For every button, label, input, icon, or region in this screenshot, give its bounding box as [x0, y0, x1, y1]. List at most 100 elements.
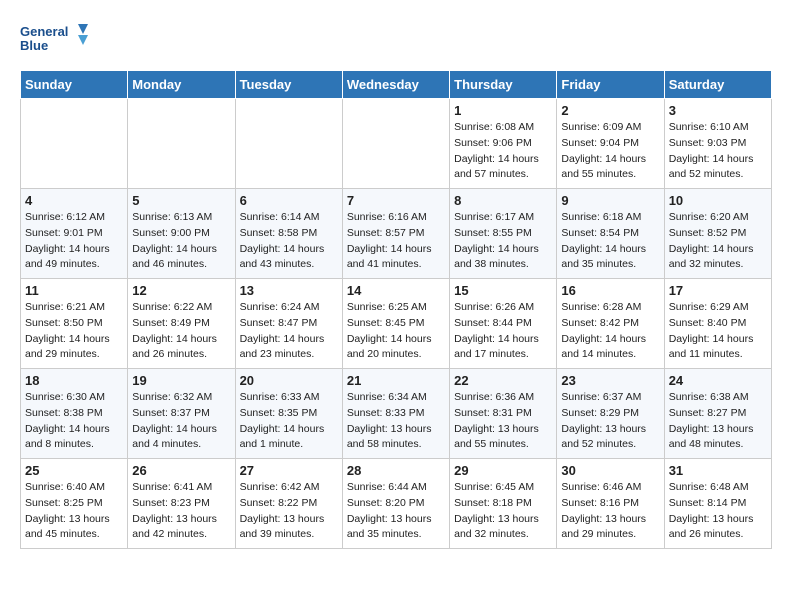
- day-info: Sunrise: 6:34 AM Sunset: 8:33 PM Dayligh…: [347, 390, 445, 453]
- calendar-cell: 14Sunrise: 6:25 AM Sunset: 8:45 PM Dayli…: [342, 279, 449, 369]
- calendar-cell: 8 Sunrise: 6:17 AM Sunset: 8:55 PM Daylig…: [450, 189, 557, 279]
- calendar-cell: [21, 99, 128, 189]
- day-info: Sunrise: 6:44 AM Sunset: 8:20 PM Dayligh…: [347, 480, 445, 543]
- svg-text:Blue: Blue: [20, 38, 48, 53]
- day-info: Sunrise: 6:17 AM Sunset: 8:55 PM Dayligh…: [454, 210, 552, 273]
- calendar-cell: 15Sunrise: 6:26 AM Sunset: 8:44 PM Dayli…: [450, 279, 557, 369]
- day-number: 17: [669, 283, 767, 298]
- day-info: Sunrise: 6:37 AM Sunset: 8:29 PM Dayligh…: [561, 390, 659, 453]
- day-info: Sunrise: 6:46 AM Sunset: 8:16 PM Dayligh…: [561, 480, 659, 543]
- week-row-3: 11 Sunrise: 6:21 AM Sunset: 8:50 PM Dayli…: [21, 279, 772, 369]
- calendar-cell: 9 Sunrise: 6:18 AM Sunset: 8:54 PM Daylig…: [557, 189, 664, 279]
- calendar-cell: [342, 99, 449, 189]
- calendar-header: SundayMondayTuesdayWednesdayThursdayFrid…: [21, 71, 772, 99]
- day-info: Sunrise: 6:20 AM Sunset: 8:52 PM Dayligh…: [669, 210, 767, 273]
- day-number: 8: [454, 193, 552, 208]
- calendar-cell: 18 Sunrise: 6:30 AM Sunset: 8:38 PM Dayli…: [21, 369, 128, 459]
- day-info: Sunrise: 6:18 AM Sunset: 8:54 PM Dayligh…: [561, 210, 659, 273]
- calendar-cell: [235, 99, 342, 189]
- day-number: 13: [240, 283, 338, 298]
- calendar-cell: 2 Sunrise: 6:09 AM Sunset: 9:04 PM Daylig…: [557, 99, 664, 189]
- day-info: Sunrise: 6:25 AM Sunset: 8:45 PM Dayligh…: [347, 300, 445, 363]
- day-number: 20: [240, 373, 338, 388]
- day-info: Sunrise: 6:32 AM Sunset: 8:37 PM Dayligh…: [132, 390, 230, 453]
- calendar-cell: 11 Sunrise: 6:21 AM Sunset: 8:50 PM Dayli…: [21, 279, 128, 369]
- day-number: 28: [347, 463, 445, 478]
- calendar-cell: 7 Sunrise: 6:16 AM Sunset: 8:57 PM Daylig…: [342, 189, 449, 279]
- day-number: 1: [454, 103, 552, 118]
- day-info: Sunrise: 6:26 AM Sunset: 8:44 PM Dayligh…: [454, 300, 552, 363]
- day-info: Sunrise: 6:09 AM Sunset: 9:04 PM Dayligh…: [561, 120, 659, 183]
- header-monday: Monday: [128, 71, 235, 99]
- calendar-table: SundayMondayTuesdayWednesdayThursdayFrid…: [20, 70, 772, 549]
- calendar-cell: 24 Sunrise: 6:38 AM Sunset: 8:27 PM Dayli…: [664, 369, 771, 459]
- calendar-cell: 27Sunrise: 6:42 AM Sunset: 8:22 PM Dayli…: [235, 459, 342, 549]
- calendar-cell: 6 Sunrise: 6:14 AM Sunset: 8:58 PM Daylig…: [235, 189, 342, 279]
- day-info: Sunrise: 6:24 AM Sunset: 8:47 PM Dayligh…: [240, 300, 338, 363]
- day-info: Sunrise: 6:38 AM Sunset: 8:27 PM Dayligh…: [669, 390, 767, 453]
- day-info: Sunrise: 6:29 AM Sunset: 8:40 PM Dayligh…: [669, 300, 767, 363]
- day-info: Sunrise: 6:48 AM Sunset: 8:14 PM Dayligh…: [669, 480, 767, 543]
- header-tuesday: Tuesday: [235, 71, 342, 99]
- calendar-cell: 22 Sunrise: 6:36 AM Sunset: 8:31 PM Dayli…: [450, 369, 557, 459]
- day-info: Sunrise: 6:42 AM Sunset: 8:22 PM Dayligh…: [240, 480, 338, 543]
- day-number: 30: [561, 463, 659, 478]
- general-blue-logo: General Blue: [20, 20, 90, 60]
- day-number: 21: [347, 373, 445, 388]
- day-info: Sunrise: 6:14 AM Sunset: 8:58 PM Dayligh…: [240, 210, 338, 273]
- calendar-cell: 26 Sunrise: 6:41 AM Sunset: 8:23 PM Dayli…: [128, 459, 235, 549]
- logo: General Blue: [20, 20, 90, 60]
- day-info: Sunrise: 6:45 AM Sunset: 8:18 PM Dayligh…: [454, 480, 552, 543]
- day-number: 16: [561, 283, 659, 298]
- day-info: Sunrise: 6:21 AM Sunset: 8:50 PM Dayligh…: [25, 300, 123, 363]
- header-thursday: Thursday: [450, 71, 557, 99]
- calendar-cell: 4Sunrise: 6:12 AM Sunset: 9:01 PM Daylig…: [21, 189, 128, 279]
- day-number: 22: [454, 373, 552, 388]
- day-number: 6: [240, 193, 338, 208]
- calendar-cell: 28 Sunrise: 6:44 AM Sunset: 8:20 PM Dayli…: [342, 459, 449, 549]
- calendar-cell: 19 Sunrise: 6:32 AM Sunset: 8:37 PM Dayli…: [128, 369, 235, 459]
- day-number: 26: [132, 463, 230, 478]
- day-number: 9: [561, 193, 659, 208]
- day-info: Sunrise: 6:16 AM Sunset: 8:57 PM Dayligh…: [347, 210, 445, 273]
- header-sunday: Sunday: [21, 71, 128, 99]
- calendar-cell: 31Sunrise: 6:48 AM Sunset: 8:14 PM Dayli…: [664, 459, 771, 549]
- header-row: SundayMondayTuesdayWednesdayThursdayFrid…: [21, 71, 772, 99]
- day-number: 18: [25, 373, 123, 388]
- header-saturday: Saturday: [664, 71, 771, 99]
- day-info: Sunrise: 6:33 AM Sunset: 8:35 PM Dayligh…: [240, 390, 338, 453]
- day-number: 2: [561, 103, 659, 118]
- day-number: 19: [132, 373, 230, 388]
- calendar-cell: 1 Sunrise: 6:08 AM Sunset: 9:06 PM Daylig…: [450, 99, 557, 189]
- calendar-cell: 21 Sunrise: 6:34 AM Sunset: 8:33 PM Dayli…: [342, 369, 449, 459]
- calendar-cell: 12 Sunrise: 6:22 AM Sunset: 8:49 PM Dayli…: [128, 279, 235, 369]
- day-info: Sunrise: 6:30 AM Sunset: 8:38 PM Dayligh…: [25, 390, 123, 453]
- day-info: Sunrise: 6:10 AM Sunset: 9:03 PM Dayligh…: [669, 120, 767, 183]
- calendar-cell: 25Sunrise: 6:40 AM Sunset: 8:25 PM Dayli…: [21, 459, 128, 549]
- calendar-cell: 13 Sunrise: 6:24 AM Sunset: 8:47 PM Dayli…: [235, 279, 342, 369]
- day-number: 12: [132, 283, 230, 298]
- week-row-5: 25Sunrise: 6:40 AM Sunset: 8:25 PM Dayli…: [21, 459, 772, 549]
- day-number: 24: [669, 373, 767, 388]
- calendar-cell: 17 Sunrise: 6:29 AM Sunset: 8:40 PM Dayli…: [664, 279, 771, 369]
- page-header: General Blue: [20, 20, 772, 60]
- calendar-cell: 5Sunrise: 6:13 AM Sunset: 9:00 PM Daylig…: [128, 189, 235, 279]
- day-info: Sunrise: 6:28 AM Sunset: 8:42 PM Dayligh…: [561, 300, 659, 363]
- day-number: 23: [561, 373, 659, 388]
- day-info: Sunrise: 6:22 AM Sunset: 8:49 PM Dayligh…: [132, 300, 230, 363]
- header-friday: Friday: [557, 71, 664, 99]
- day-number: 3: [669, 103, 767, 118]
- day-number: 7: [347, 193, 445, 208]
- day-info: Sunrise: 6:40 AM Sunset: 8:25 PM Dayligh…: [25, 480, 123, 543]
- calendar-cell: 3 Sunrise: 6:10 AM Sunset: 9:03 PM Daylig…: [664, 99, 771, 189]
- svg-text:General: General: [20, 24, 68, 39]
- day-info: Sunrise: 6:12 AM Sunset: 9:01 PM Dayligh…: [25, 210, 123, 273]
- week-row-1: 1 Sunrise: 6:08 AM Sunset: 9:06 PM Daylig…: [21, 99, 772, 189]
- day-number: 10: [669, 193, 767, 208]
- day-info: Sunrise: 6:36 AM Sunset: 8:31 PM Dayligh…: [454, 390, 552, 453]
- day-info: Sunrise: 6:41 AM Sunset: 8:23 PM Dayligh…: [132, 480, 230, 543]
- day-number: 11: [25, 283, 123, 298]
- day-info: Sunrise: 6:08 AM Sunset: 9:06 PM Dayligh…: [454, 120, 552, 183]
- calendar-cell: [128, 99, 235, 189]
- week-row-4: 18 Sunrise: 6:30 AM Sunset: 8:38 PM Dayli…: [21, 369, 772, 459]
